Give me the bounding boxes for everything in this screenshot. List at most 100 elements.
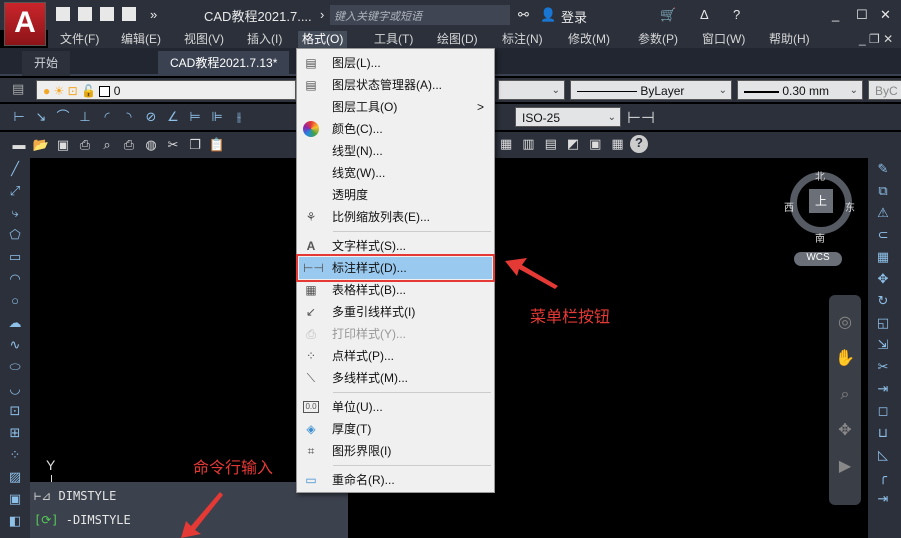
menu-item-scale-list[interactable]: ⚘ 比例缩放列表(E)... (299, 206, 492, 228)
maximize-button[interactable]: ☐ (856, 7, 868, 23)
menu-help[interactable]: 帮助(H) (765, 31, 814, 48)
menu-item-point-style[interactable]: ⁘ 点样式(P)... (299, 345, 492, 367)
menu-edit[interactable]: 编辑(E) (117, 31, 165, 48)
stretch-icon[interactable]: ⇲ (868, 334, 898, 356)
aligned-dim-icon[interactable]: ↘ (32, 108, 50, 126)
hatch-icon[interactable]: ▨ (0, 466, 30, 488)
quick-dim-icon[interactable]: ⊨ (186, 108, 204, 126)
polygon-icon[interactable]: ⬠ (0, 224, 30, 246)
layer-properties-icon[interactable]: ▤ (12, 81, 24, 97)
linear-dim-icon[interactable]: ⊢ (10, 108, 28, 126)
linetype-dropdown[interactable]: ByLayer ⌄ (570, 80, 732, 100)
steering-wheel-icon[interactable]: ◎ (829, 305, 861, 341)
viewcube-top[interactable]: 上 (809, 189, 833, 213)
fillet-icon[interactable]: ╭ (868, 466, 898, 488)
new-file-icon[interactable] (56, 7, 70, 21)
menu-item-layer[interactable]: ▤ 图层(L)... (299, 52, 492, 74)
point-icon[interactable]: ⁘ (0, 444, 30, 466)
lineweight-dropdown[interactable]: 0.30 mm ⌄ (737, 80, 863, 100)
rectangle-icon[interactable]: ▭ (0, 246, 30, 268)
arc-length-icon[interactable]: ⌒ (54, 108, 72, 126)
a360-icon[interactable]: Δ (700, 7, 709, 22)
save-as-icon[interactable] (122, 7, 136, 21)
diameter-icon[interactable]: ⊘ (142, 108, 160, 126)
rotate-icon[interactable]: ↻ (868, 290, 898, 312)
preview-icon[interactable]: ⌕ (98, 136, 116, 154)
menu-item-text-style[interactable]: A 文字样式(S)... (299, 235, 492, 257)
compass-west[interactable]: 西 (784, 199, 794, 214)
compass-north[interactable]: 北 (815, 168, 825, 183)
orbit-icon[interactable]: ✥ (829, 413, 861, 449)
arc-icon[interactable]: ◠ (0, 268, 30, 290)
compass-east[interactable]: 东 (845, 199, 855, 214)
menu-item-dim-style[interactable]: ⊢⊣ 标注样式(D)... (296, 254, 495, 282)
menu-draw[interactable]: 绘图(D) (433, 31, 482, 48)
menu-item-layer-state[interactable]: ▤ 图层状态管理器(A)... (299, 74, 492, 96)
menu-item-mline-style[interactable]: ⟍ 多线样式(M)... (299, 367, 492, 389)
help-icon[interactable]: ? (733, 7, 740, 22)
trim-icon[interactable]: ✂ (868, 356, 898, 378)
menu-modify[interactable]: 修改(M) (564, 31, 614, 48)
menu-insert[interactable]: 插入(I) (243, 31, 286, 48)
join-icon[interactable]: ⊔ (868, 422, 898, 444)
plot-icon[interactable]: ⎙ (120, 136, 138, 154)
xline-icon[interactable]: ⤢ (0, 180, 30, 202)
menu-item-color[interactable]: 颜色(C)... (299, 118, 492, 140)
menu-item-units[interactable]: 0.0 单位(U)... (299, 396, 492, 418)
dim-style-icon[interactable]: ⊢⊣ (627, 108, 655, 128)
menu-item-limits[interactable]: ⌗ 图形界限(I) (299, 440, 492, 462)
insert-block-icon[interactable]: ⊡ (0, 400, 30, 422)
ordinate-icon[interactable]: ⊥ (76, 108, 94, 126)
cut-icon[interactable]: ✂ (164, 136, 182, 154)
tab-start[interactable]: 开始 (22, 51, 71, 76)
compass-south[interactable]: 南 (815, 230, 825, 245)
gradient-icon[interactable]: ▣ (0, 488, 30, 510)
ellipse-icon[interactable]: ⬭ (0, 356, 30, 378)
array-icon[interactable]: ▦ (868, 246, 898, 268)
help-icon[interactable]: ? (630, 135, 648, 153)
menu-parametric[interactable]: 参数(P) (634, 31, 682, 48)
explode-icon[interactable]: ⇥ (868, 488, 898, 510)
app-logo[interactable]: A (4, 2, 46, 46)
menu-item-rename[interactable]: ▭ 重命名(R)... (299, 469, 492, 491)
mirror-icon[interactable]: ⚠ (868, 202, 898, 224)
minimize-button[interactable]: _ (832, 7, 839, 22)
zoom-icon[interactable]: ⌕ (829, 377, 861, 413)
plotstyle-dropdown[interactable]: ByC (868, 80, 901, 100)
new-icon[interactable]: ▬ (10, 136, 28, 154)
circle-icon[interactable]: ○ (0, 290, 30, 312)
menu-file[interactable]: 文件(F) (56, 31, 103, 48)
showmotion-icon[interactable]: ▶ (829, 449, 861, 485)
tab-document[interactable]: CAD教程2021.7.13* (158, 51, 290, 76)
chamfer-icon[interactable]: ◺ (868, 444, 898, 466)
move-icon[interactable]: ✥ (868, 268, 898, 290)
binoculars-icon[interactable]: ⚯ (518, 7, 529, 23)
menu-dimension[interactable]: 标注(N) (498, 31, 547, 48)
more-icon[interactable]: » (150, 7, 157, 22)
copy-icon[interactable]: ❐ (186, 136, 204, 154)
menu-item-thickness[interactable]: ◈ 厚度(T) (299, 418, 492, 440)
doc-minimize-button[interactable]: _ ❐ ✕ (855, 31, 897, 48)
menu-item-linetype[interactable]: 线型(N)... (299, 140, 492, 162)
angular-icon[interactable]: ∠ (164, 108, 182, 126)
close-button[interactable]: ✕ (880, 7, 891, 23)
make-block-icon[interactable]: ⊞ (0, 422, 30, 444)
print-icon[interactable]: ⎙ (76, 136, 94, 154)
scale-icon[interactable]: ◱ (868, 312, 898, 334)
erase-icon[interactable]: ✎ (868, 158, 898, 180)
cmd-suggestion-dimstyle-dash[interactable]: [⟳] -DIMSTYLE (34, 513, 131, 527)
save-icon[interactable] (100, 7, 114, 21)
publish-icon[interactable]: ◍ (142, 136, 160, 154)
jogged-icon[interactable]: ◝ (120, 108, 138, 126)
cmd-suggestion-dimstyle[interactable]: ⊢⊿ DIMSTYLE (34, 489, 116, 503)
copy-obj-icon[interactable]: ⧉ (868, 180, 898, 202)
menu-view[interactable]: 视图(V) (180, 31, 228, 48)
dimstyle-dropdown[interactable]: ISO-25 ⌄ (515, 107, 621, 127)
polyline-icon[interactable]: ⤷ (0, 202, 30, 224)
paste-icon[interactable]: 📋 (208, 136, 226, 154)
offset-icon[interactable]: ⊂ (868, 224, 898, 246)
menu-tools[interactable]: 工具(T) (370, 31, 417, 48)
extend-icon[interactable]: ⇥ (868, 378, 898, 400)
break-icon[interactable]: ◻ (868, 400, 898, 422)
menu-item-table-style[interactable]: ▦ 表格样式(B)... (299, 279, 492, 301)
